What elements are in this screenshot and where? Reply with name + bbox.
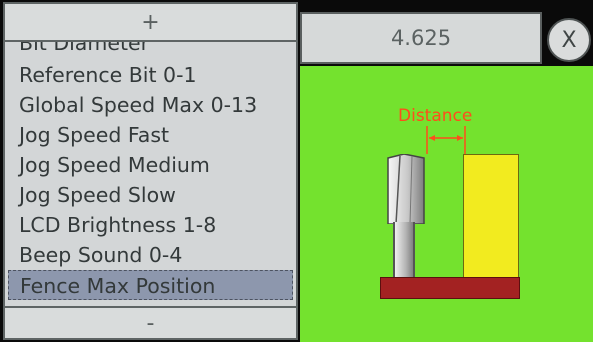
list-item-global-speed-max[interactable]: Global Speed Max 0-13: [19, 90, 257, 120]
list-item-jog-speed-slow[interactable]: Jog Speed Slow: [19, 180, 176, 210]
router-bit-icon: [387, 154, 425, 224]
settings-screen: + Bit Diameter Reference Bit 0-1 Global …: [0, 0, 593, 342]
list-item-beep-sound[interactable]: Beep Sound 0-4: [19, 240, 182, 270]
value-text: 4.625: [390, 26, 452, 50]
close-icon: X: [561, 27, 577, 53]
scroll-down-button[interactable]: -: [3, 306, 298, 340]
list-item-lcd-brightness[interactable]: LCD Brightness 1-8: [19, 210, 216, 240]
list-item-bit-diameter[interactable]: Bit Diameter: [19, 42, 149, 58]
list-item-reference-bit[interactable]: Reference Bit 0-1: [19, 60, 197, 90]
list-item-jog-speed-fast[interactable]: Jog Speed Fast: [19, 120, 169, 150]
settings-list[interactable]: Bit Diameter Reference Bit 0-1 Global Sp…: [3, 42, 298, 306]
distance-arrow-icon: [426, 126, 466, 154]
distance-label: Distance: [398, 106, 473, 126]
plus-label: +: [141, 9, 160, 35]
close-button[interactable]: X: [547, 18, 591, 62]
fence-distance-diagram: Distance: [300, 66, 593, 342]
fence-block: [463, 154, 519, 278]
value-display[interactable]: 4.625: [300, 12, 542, 64]
list-item-fence-max-position[interactable]: Fence Max Position: [8, 270, 293, 300]
router-table: [380, 277, 520, 299]
scroll-up-button[interactable]: +: [3, 2, 298, 42]
list-item-jog-speed-medium[interactable]: Jog Speed Medium: [19, 150, 210, 180]
router-bit-shank: [393, 222, 415, 277]
minus-label: -: [146, 310, 155, 336]
